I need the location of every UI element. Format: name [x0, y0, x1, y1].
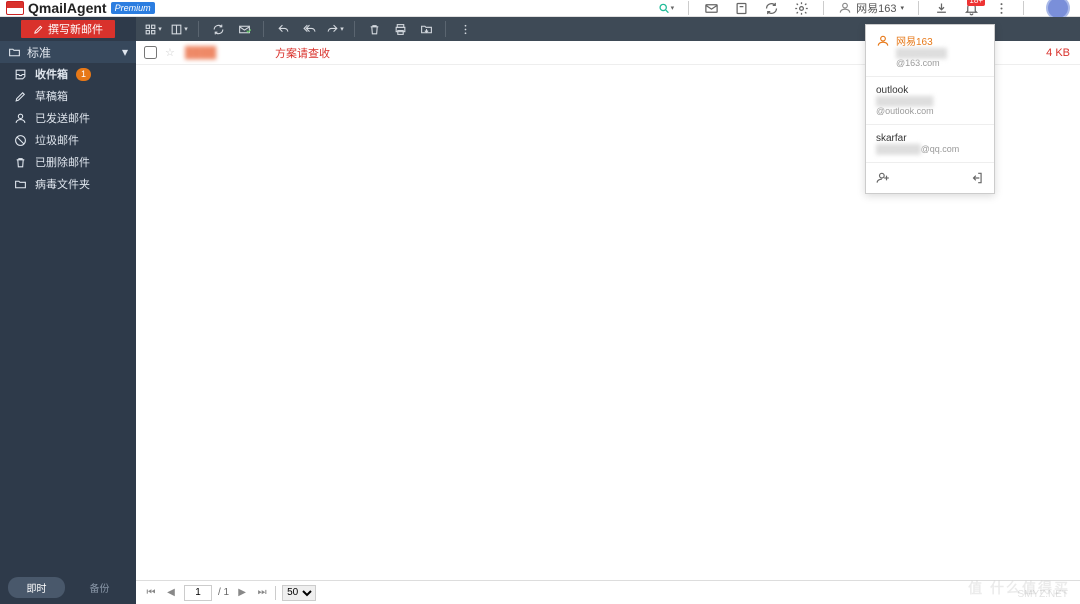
bell-icon[interactable]: 18+ [963, 0, 979, 16]
pager-last-button[interactable]: ⏭ [255, 586, 269, 600]
sidebar-item-inbox[interactable]: 收件箱 1 [0, 63, 136, 85]
sync-icon[interactable] [763, 0, 779, 16]
account-label: 网易163 [856, 0, 896, 16]
sidebar-item-trash[interactable]: 已删除邮件 [0, 151, 136, 173]
mail-size: 4 KB [1030, 47, 1080, 59]
reply-button[interactable] [272, 19, 294, 39]
pager-next-button[interactable]: ▶ [235, 586, 249, 600]
reply-all-button[interactable] [298, 19, 320, 39]
move-button[interactable] [415, 19, 437, 39]
download-icon[interactable] [933, 0, 949, 16]
view-grid-button[interactable]: ▾ [142, 19, 164, 39]
print-button[interactable] [389, 19, 411, 39]
inbox-count: 1 [76, 68, 91, 81]
forward-button[interactable]: ▾ [324, 19, 346, 39]
sidebar-item-label: 病毒文件夹 [35, 176, 90, 192]
account-dropdown: 网易163 ████████@163.com outlook █████████… [865, 24, 995, 194]
app-header: QmailAgent Premium ▾ 网易163 ▾ 18+ [0, 0, 1080, 17]
delete-button[interactable] [363, 19, 385, 39]
gear-icon[interactable] [793, 0, 809, 16]
archive-icon[interactable] [733, 0, 749, 16]
sidebar: 撰写新邮件 标准 ▾ 收件箱 1 草稿箱 已发送邮件 [0, 17, 136, 604]
account-email: █████████@outlook.com [876, 96, 984, 116]
account-name: skarfar [876, 133, 984, 144]
account-selector[interactable]: 网易163 ▾ [838, 0, 904, 16]
sidebar-item-drafts[interactable]: 草稿箱 [0, 85, 136, 107]
account-name: outlook [876, 85, 984, 96]
pager-first-button[interactable]: ⏮ [144, 586, 158, 600]
account-name: 网易163 [896, 33, 984, 48]
pager-size-select[interactable]: 50 [282, 585, 316, 601]
account-item[interactable]: skarfar ███████@qq.com [866, 125, 994, 163]
account-item[interactable]: outlook █████████@outlook.com [866, 77, 994, 125]
pager-total: / 1 [218, 587, 229, 598]
pager-prev-button[interactable]: ◀ [164, 586, 178, 600]
mail-icon[interactable] [703, 0, 719, 16]
mail-sender: ████ [185, 47, 275, 59]
mark-read-button[interactable] [233, 19, 255, 39]
sidebar-item-label: 草稿箱 [35, 88, 68, 104]
sidebar-item-label: 收件箱 [35, 66, 68, 82]
more-actions-button[interactable] [454, 19, 476, 39]
notification-badge: 18+ [967, 0, 985, 6]
mail-checkbox[interactable] [144, 46, 157, 59]
chevron-down-icon: ▾ [122, 45, 128, 59]
sidebar-item-label: 垃圾邮件 [35, 132, 79, 148]
sidebar-item-sent[interactable]: 已发送邮件 [0, 107, 136, 129]
app-title: QmailAgent [28, 0, 107, 16]
sidebar-item-virus[interactable]: 病毒文件夹 [0, 173, 136, 195]
app-logo-icon [6, 1, 24, 15]
refresh-button[interactable] [207, 19, 229, 39]
add-account-icon[interactable] [876, 171, 890, 185]
more-icon[interactable] [993, 0, 1009, 16]
account-email: ███████@qq.com [876, 144, 984, 154]
star-icon[interactable]: ☆ [165, 46, 179, 59]
account-email: ████████@163.com [896, 48, 984, 68]
pager-page-input[interactable] [184, 585, 212, 601]
sidebar-item-label: 已发送邮件 [35, 110, 90, 126]
tab-instant[interactable]: 即时 [8, 577, 65, 598]
sidebar-item-spam[interactable]: 垃圾邮件 [0, 129, 136, 151]
premium-badge: Premium [111, 2, 155, 14]
compose-button[interactable]: 撰写新邮件 [21, 20, 115, 38]
folder-group-label: 标准 [27, 44, 51, 61]
search-icon[interactable]: ▾ [658, 0, 674, 16]
logout-icon[interactable] [970, 171, 984, 185]
pagination-bar: ⏮ ◀ / 1 ▶ ⏭ 50 [136, 580, 1080, 604]
folder-group-standard[interactable]: 标准 ▾ [0, 41, 136, 63]
compose-label: 撰写新邮件 [48, 21, 103, 37]
tab-backup[interactable]: 备份 [71, 577, 128, 598]
view-list-button[interactable]: ▾ [168, 19, 190, 39]
sidebar-item-label: 已删除邮件 [35, 154, 90, 170]
logo-area: QmailAgent Premium [0, 0, 155, 16]
account-item[interactable]: 网易163 ████████@163.com [866, 25, 994, 77]
